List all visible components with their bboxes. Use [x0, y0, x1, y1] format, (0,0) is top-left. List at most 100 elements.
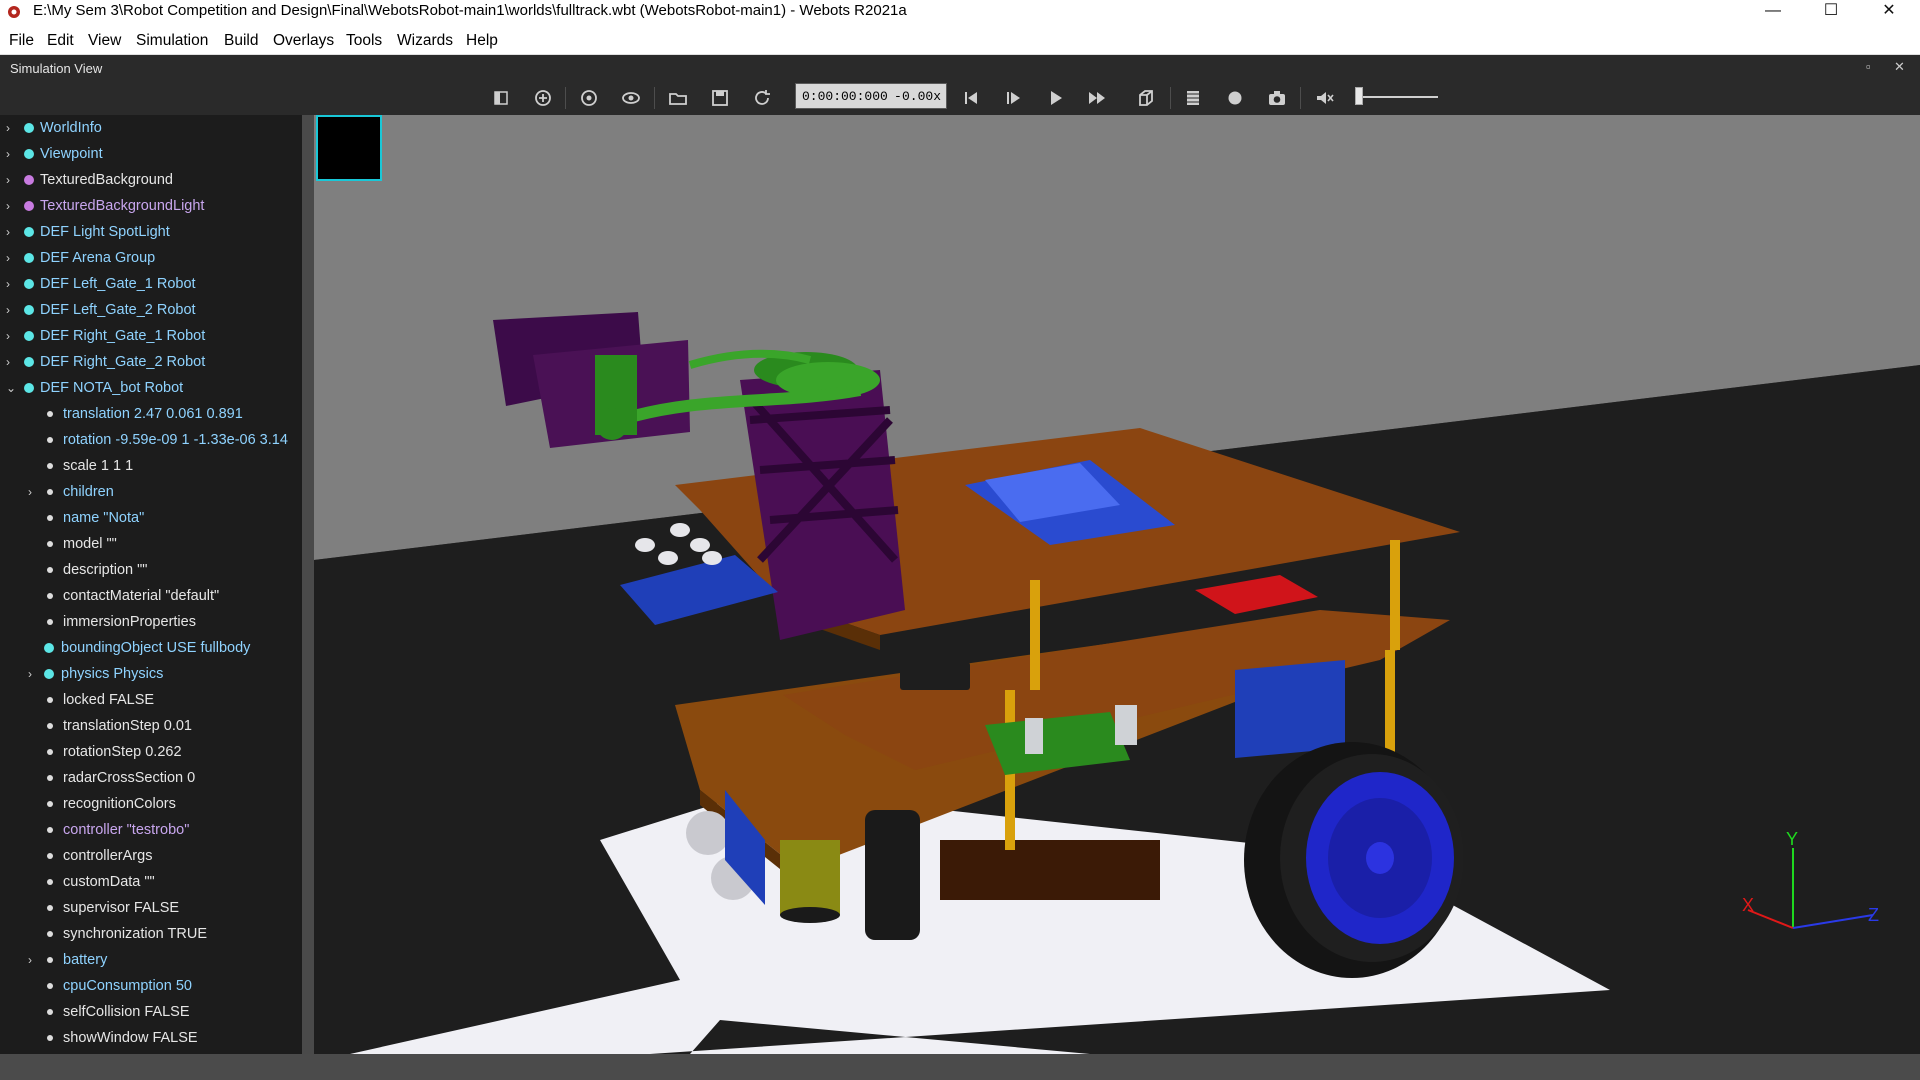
standoff [1030, 580, 1040, 690]
maximize-button[interactable]: ☐ [1808, 0, 1854, 24]
scene-tree-item[interactable]: controllerArgs [0, 843, 300, 869]
add-node-icon[interactable] [532, 87, 554, 109]
expand-arrow-icon[interactable]: › [6, 349, 10, 375]
scene-tree-item[interactable]: › DEF Arena Group [0, 245, 300, 271]
scene-tree-item[interactable]: › DEF Light SpotLight [0, 219, 300, 245]
mute-icon[interactable] [1313, 87, 1335, 109]
fast-forward-icon[interactable] [1086, 87, 1108, 109]
scene-tree-label: battery [63, 952, 108, 968]
scene-tree-item[interactable]: contactMaterial "default" [0, 583, 300, 609]
menu-view[interactable]: View [88, 24, 121, 58]
scene-tree-label: DEF Light SpotLight [40, 224, 170, 240]
expand-arrow-icon[interactable]: › [6, 323, 10, 349]
scene-tree-item[interactable]: showWindow FALSE [0, 1025, 300, 1051]
rendering-icon[interactable] [1135, 87, 1157, 109]
collapse-arrow-icon[interactable]: ⌄ [6, 375, 16, 401]
toolbar-separator [654, 87, 655, 109]
servo-hub [596, 408, 628, 440]
scene-tree-item[interactable]: description "" [0, 557, 300, 583]
scene-tree-scrollbar[interactable] [302, 115, 314, 1054]
scene-tree-item[interactable]: › DEF Right_Gate_1 Robot [0, 323, 300, 349]
scene-tree-item[interactable]: name "Nota" [0, 505, 300, 531]
close-window-button[interactable]: ✕ [1866, 0, 1912, 24]
step-icon[interactable] [1002, 87, 1024, 109]
scene-tree-item[interactable]: › DEF Right_Gate_2 Robot [0, 349, 300, 375]
scene-tree-item[interactable]: synchronization TRUE [0, 921, 300, 947]
close-panel-button[interactable]: ✕ [1894, 59, 1905, 75]
open-world-icon[interactable] [667, 87, 689, 109]
menu-wizards[interactable]: Wizards [397, 24, 453, 58]
expand-arrow-icon[interactable]: › [28, 661, 32, 687]
scene-tree-item[interactable]: translation 2.47 0.061 0.891 [0, 401, 300, 427]
scene-tree-item[interactable]: locked FALSE [0, 687, 300, 713]
scene-tree-item[interactable]: › DEF Left_Gate_1 Robot [0, 271, 300, 297]
scene-tree-item[interactable]: controller "testrobo" [0, 817, 300, 843]
expand-arrow-icon[interactable]: › [6, 167, 10, 193]
scene-tree-item[interactable]: › TexturedBackground [0, 167, 300, 193]
scene-tree-item[interactable]: supervisor FALSE [0, 895, 300, 921]
side-board [1235, 660, 1345, 758]
battery-block [940, 840, 1160, 900]
screenshot-icon[interactable] [1266, 87, 1288, 109]
minimize-button[interactable]: — [1750, 0, 1796, 24]
hide-scene-tree-icon[interactable] [490, 87, 512, 109]
scene-tree-item[interactable]: translationStep 0.01 [0, 713, 300, 739]
scene-tree-item[interactable]: › DEF Left_Gate_2 Robot [0, 297, 300, 323]
menu-help[interactable]: Help [466, 24, 498, 58]
expand-arrow-icon[interactable]: › [6, 219, 10, 245]
scene-tree-item[interactable]: › physics Physics [0, 661, 300, 687]
menu-edit[interactable]: Edit [47, 24, 74, 58]
node-bullet-icon [47, 437, 53, 443]
camera-overlay-thumbnail[interactable] [316, 115, 382, 181]
scene-tree-item[interactable]: › TexturedBackgroundLight [0, 193, 300, 219]
record-icon[interactable] [1224, 87, 1246, 109]
capacitor [1025, 718, 1043, 754]
expand-arrow-icon[interactable]: › [28, 947, 32, 973]
reset-viewpoint-icon[interactable] [578, 87, 600, 109]
reload-world-icon[interactable] [751, 87, 773, 109]
menu-build[interactable]: Build [224, 24, 258, 58]
scene-tree-item[interactable]: › children [0, 479, 300, 505]
3d-viewport[interactable]: Y X Z [314, 115, 1920, 1054]
scene-tree-item[interactable]: rotationStep 0.262 [0, 739, 300, 765]
scene-tree-item[interactable]: selfCollision FALSE [0, 999, 300, 1025]
scene-tree-item[interactable]: cpuConsumption 50 [0, 973, 300, 999]
scene-tree-item[interactable]: recognitionColors [0, 791, 300, 817]
menu-simulation[interactable]: Simulation [136, 24, 208, 58]
scene-tree-item[interactable]: immersionProperties [0, 609, 300, 635]
scene-tree-item[interactable]: › Viewpoint [0, 141, 300, 167]
save-world-icon[interactable] [709, 87, 731, 109]
expand-arrow-icon[interactable]: › [28, 479, 32, 505]
node-bullet-icon [24, 253, 34, 263]
float-panel-button[interactable]: ▫ [1866, 59, 1871, 74]
scene-tree-label: children [63, 484, 114, 500]
expand-arrow-icon[interactable]: › [6, 141, 10, 167]
menu-file[interactable]: File [9, 24, 34, 58]
menu-tools[interactable]: Tools [346, 24, 382, 58]
scene-tree-item[interactable]: ⌄ DEF NOTA_bot Robot [0, 375, 300, 401]
expand-arrow-icon[interactable]: › [6, 193, 10, 219]
node-bullet-icon [47, 1035, 53, 1041]
3d-scene[interactable]: Y X Z [314, 115, 1920, 1054]
play-icon[interactable] [1044, 87, 1066, 109]
node-bullet-icon [24, 201, 34, 211]
scene-tree-item[interactable]: rotation -9.59e-09 1 -1.33e-06 3.14 [0, 427, 300, 453]
expand-arrow-icon[interactable]: › [6, 271, 10, 297]
scene-tree-item[interactable]: › battery [0, 947, 300, 973]
scene-tree-item[interactable]: scale 1 1 1 [0, 453, 300, 479]
scene-tree-item[interactable]: model "" [0, 531, 300, 557]
menu-overlays[interactable]: Overlays [273, 24, 334, 58]
volume-slider-handle[interactable] [1355, 87, 1363, 105]
scene-tree-item[interactable]: boundingObject USE fullbody [0, 635, 300, 661]
scene-tree-item[interactable]: radarCrossSection 0 [0, 765, 300, 791]
change-view-icon[interactable] [620, 87, 642, 109]
expand-arrow-icon[interactable]: › [6, 115, 10, 141]
expand-arrow-icon[interactable]: › [6, 297, 10, 323]
record-movie-icon[interactable] [1182, 87, 1204, 109]
scene-tree-item[interactable]: customData "" [0, 869, 300, 895]
expand-arrow-icon[interactable]: › [6, 245, 10, 271]
scene-tree-item[interactable]: › WorldInfo [0, 115, 300, 141]
volume-slider-track[interactable] [1356, 96, 1438, 98]
reset-simulation-icon[interactable] [960, 87, 982, 109]
window-title-bar: E:\My Sem 3\Robot Competition and Design… [0, 0, 1920, 24]
